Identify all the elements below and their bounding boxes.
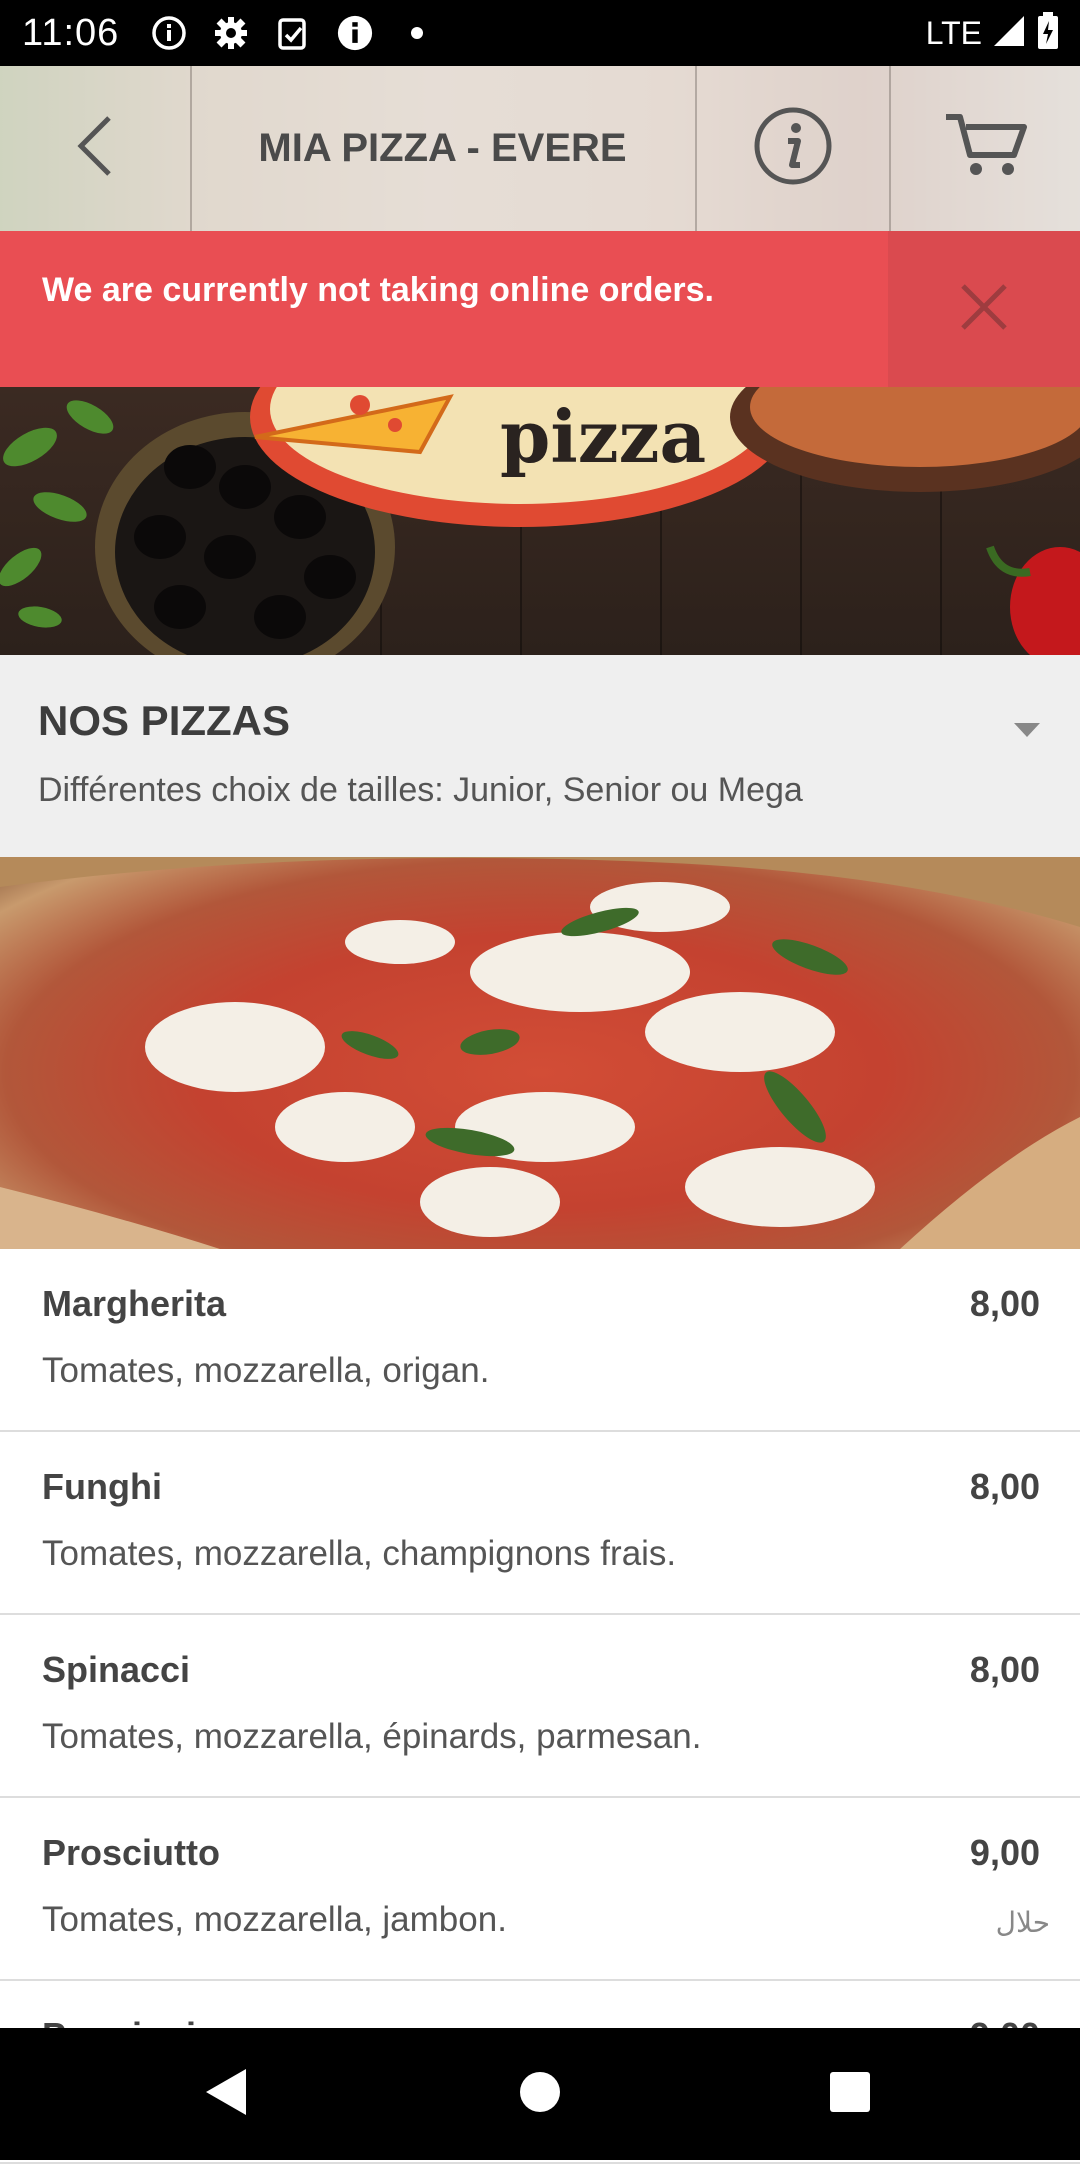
status-bar: 11:06 LTE (0, 0, 1080, 66)
category-subtitle: Différentes choix de tailles: Junior, Se… (38, 771, 803, 809)
item-description: Tomates, mozzarella, épinards, parmesan. (42, 1717, 702, 1756)
orders-closed-banner: We are currently not taking online order… (0, 231, 1080, 387)
halal-badge: حلال (995, 1906, 1050, 1939)
item-name: Spinacci (42, 1649, 191, 1690)
item-name: Margherita (42, 1283, 227, 1324)
chevron-left-icon (73, 114, 117, 183)
banner-close-button[interactable] (888, 231, 1080, 387)
nav-recents-icon (829, 2071, 871, 2118)
gear-icon (213, 15, 249, 51)
category-header[interactable]: NOS PIZZAS Différentes choix de tailles:… (0, 655, 1080, 857)
back-button[interactable] (0, 66, 190, 231)
item-name: Funghi (42, 1466, 162, 1507)
menu-item-funghi[interactable]: Funghi Tomates, mozzarella, champignons … (0, 1432, 1080, 1615)
nav-back-icon (204, 2067, 248, 2122)
nav-home-button[interactable] (460, 2028, 620, 2160)
nav-home-icon (519, 2071, 561, 2118)
item-price: 8,00 (969, 1466, 1040, 1507)
signal-icon (992, 14, 1026, 53)
item-price: 8,00 (969, 1283, 1040, 1324)
status-right: LTE (926, 0, 1060, 66)
item-description: Tomates, mozzarella, origan. (42, 1351, 490, 1390)
hero-logo-text: pizza (500, 394, 706, 479)
item-description: Tomates, mozzarella, champignons frais. (42, 1534, 677, 1573)
nav-recents-button[interactable] (770, 2028, 930, 2160)
category-photo (0, 857, 1080, 1249)
item-price: 8,00 (969, 1649, 1040, 1690)
page-title: MIA PIZZA - EVERE (258, 126, 627, 170)
info-filled-icon (337, 15, 373, 51)
menu-list: Margherita Tomates, mozzarella, origan. … (0, 1249, 1080, 2164)
cart-icon (944, 111, 1028, 186)
app-bar: MIA PIZZA - EVERE (0, 66, 1080, 231)
clipboard-check-icon (275, 15, 311, 51)
nav-back-button[interactable] (146, 2028, 306, 2160)
network-label: LTE (925, 14, 982, 51)
restaurant-hero-image: pizza (0, 387, 1080, 655)
caret-down-icon[interactable] (1012, 721, 1042, 744)
category-title: NOS PIZZAS (38, 697, 291, 744)
battery-icon (1036, 11, 1060, 56)
item-price: 9,00 (969, 1832, 1040, 1873)
status-icons (151, 15, 435, 51)
menu-item-prosciutto[interactable]: Prosciutto Tomates, mozzarella, jambon. … (0, 1798, 1080, 1981)
menu-item-spinacci[interactable]: Spinacci Tomates, mozzarella, épinards, … (0, 1615, 1080, 1798)
banner-text: We are currently not taking online order… (42, 271, 714, 309)
info-circle-icon (151, 15, 187, 51)
info-icon (752, 105, 834, 192)
cart-button[interactable] (891, 66, 1080, 231)
close-icon (959, 282, 1009, 337)
system-nav-bar (0, 2028, 1080, 2160)
info-button[interactable] (697, 66, 889, 231)
dot-icon (399, 15, 435, 51)
menu-item-margherita[interactable]: Margherita Tomates, mozzarella, origan. … (0, 1249, 1080, 1432)
item-description: Tomates, mozzarella, jambon. (42, 1900, 507, 1939)
item-name: Prosciutto (42, 1832, 221, 1873)
status-time: 11:06 (22, 11, 120, 54)
